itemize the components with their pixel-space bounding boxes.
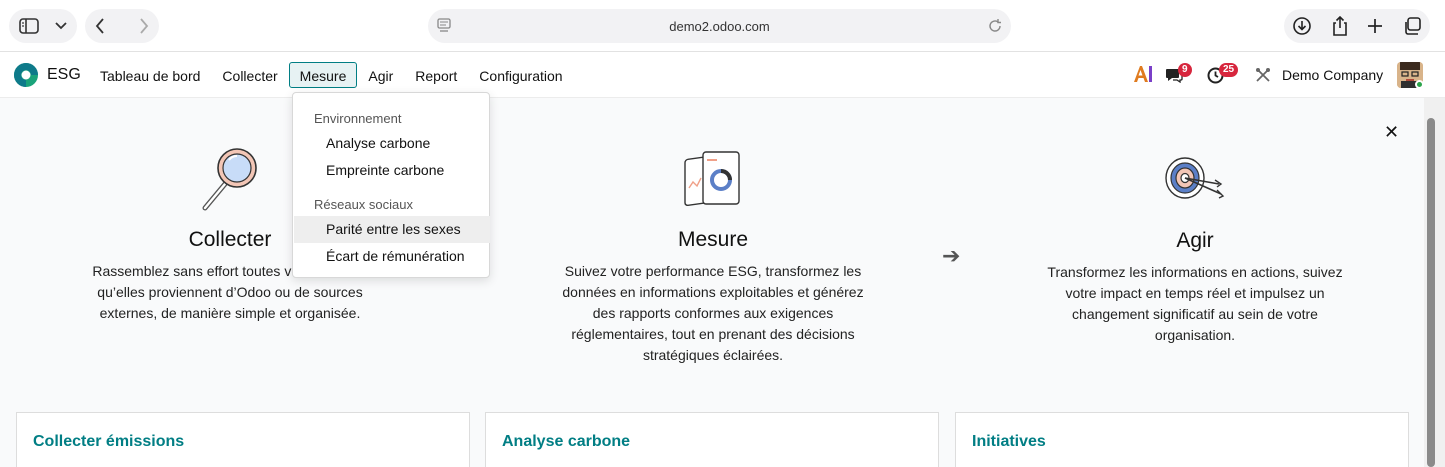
sidebar-toggle-group[interactable] — [9, 9, 77, 43]
browser-toolbar: demo2.odoo.com — [0, 0, 1445, 52]
step-act-title: Agir — [1176, 229, 1214, 252]
dropdown-section-header: Réseaux sociaux — [314, 197, 413, 212]
card-title[interactable]: Analyse carbone — [502, 433, 630, 451]
card-title[interactable]: Collecter émissions — [33, 433, 184, 451]
target-icon — [1163, 154, 1227, 207]
menu-collecter[interactable]: Collecter — [211, 62, 288, 88]
chevron-down-icon[interactable] — [55, 22, 67, 30]
step-measure-description: Suivez votre performance ESG, transforme… — [548, 261, 878, 366]
menu-configuration[interactable]: Configuration — [468, 62, 573, 88]
step-act-line: votre impact en temps réel et impulsez u… — [1065, 285, 1325, 301]
chat-count-badge: 9 — [1178, 63, 1192, 77]
download-icon[interactable] — [1292, 16, 1312, 36]
close-icon[interactable]: ✕ — [1384, 122, 1399, 143]
dropdown-item-empreinte-carbone[interactable]: Empreinte carbone — [294, 157, 490, 184]
reports-icon — [683, 148, 743, 215]
main-menu: Tableau de bord Collecter Mesure Agir Re… — [89, 62, 574, 88]
card-initiatives[interactable]: Initiatives — [955, 412, 1409, 467]
step-measure-line: réglementaires, tout en prenant des déci… — [571, 326, 855, 342]
address-bar[interactable]: demo2.odoo.com — [428, 9, 1011, 43]
menu-agir[interactable]: Agir — [357, 62, 404, 88]
dropdown-item-parite[interactable]: Parité entre les sexes — [294, 216, 490, 243]
scrollbar-thumb[interactable] — [1427, 118, 1435, 467]
share-icon[interactable] — [1331, 16, 1349, 36]
card-title[interactable]: Initiatives — [972, 433, 1046, 451]
card-carbon-analysis[interactable]: Analyse carbone — [485, 412, 939, 467]
menu-report[interactable]: Report — [404, 62, 468, 88]
online-status-dot — [1415, 80, 1424, 89]
step-act-line: changement significatif au sein de votre — [1072, 306, 1318, 322]
step-measure-line: données en informations exploitables et … — [562, 284, 864, 300]
step-measure-title: Mesure — [677, 228, 749, 251]
step-collect-line: qu’elles proviennent d’Odoo ou de source… — [97, 284, 363, 300]
mesure-dropdown-menu: Environnement Analyse carbone Empreinte … — [292, 92, 490, 278]
card-collect-emissions[interactable]: Collecter émissions — [16, 412, 470, 467]
step-collect-line: externes, de manière simple et organisée… — [99, 305, 361, 321]
step-measure-line: des rapports conformes aux exigences — [592, 305, 834, 321]
menu-mesure[interactable]: Mesure — [288, 62, 358, 88]
esg-logo-icon[interactable] — [13, 62, 39, 88]
app-name[interactable]: ESG — [47, 66, 81, 84]
step-act-line: organisation. — [1154, 327, 1236, 343]
forward-icon[interactable] — [139, 18, 149, 34]
app-navbar: ESG Tableau de bord Collecter Mesure Agi… — [0, 52, 1445, 98]
step-measure: Mesure Suivez votre performance ESG, tra… — [548, 228, 878, 366]
url-text[interactable]: demo2.odoo.com — [669, 19, 769, 34]
company-switcher[interactable]: Demo Company — [1282, 67, 1383, 83]
dropdown-item-analyse-carbone[interactable]: Analyse carbone — [294, 130, 490, 157]
step-act: Agir Transformez les informations en act… — [1035, 229, 1355, 346]
dropdown-item-ecart-remuneration[interactable]: Écart de rémunération — [294, 243, 490, 270]
tabs-icon[interactable] — [1402, 16, 1422, 36]
dropdown-section-header: Environnement — [314, 111, 402, 126]
step-measure-line: stratégiques éclairées. — [642, 347, 784, 363]
history-nav-group — [85, 9, 159, 43]
menu-tableau-de-bord[interactable]: Tableau de bord — [89, 62, 211, 88]
step-measure-line: Suivez votre performance ESG, transforme… — [564, 263, 862, 279]
step-act-line: Transformez les informations en actions,… — [1047, 264, 1343, 280]
magnifier-icon — [199, 146, 261, 217]
back-icon[interactable] — [95, 18, 105, 34]
step-act-description: Transformez les informations en actions,… — [1035, 262, 1355, 346]
page-icon — [437, 18, 451, 34]
reload-icon[interactable] — [987, 18, 1003, 34]
tools-icon[interactable] — [1255, 67, 1271, 88]
browser-actions — [1284, 9, 1430, 43]
ai-icon[interactable] — [1133, 65, 1153, 87]
activity-count-badge: 25 — [1219, 63, 1239, 77]
arrow-right-icon: ➔ — [942, 243, 961, 268]
plus-icon[interactable] — [1367, 18, 1383, 34]
sidebar-icon[interactable] — [19, 18, 39, 34]
